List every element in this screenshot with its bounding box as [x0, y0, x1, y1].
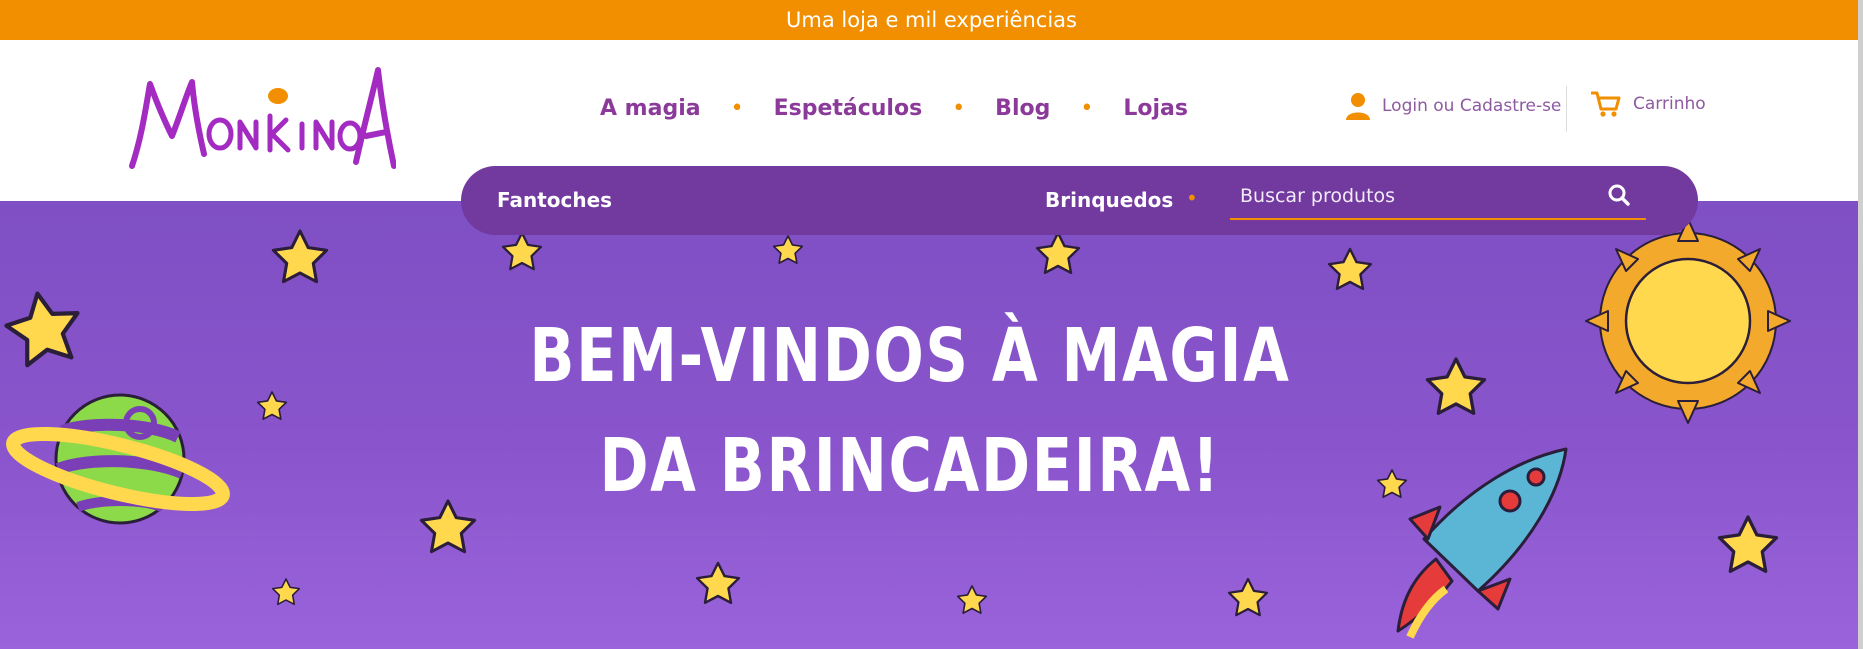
nav-link-a-magia[interactable]: A magia: [600, 96, 701, 121]
search-box: [1230, 174, 1646, 220]
search-icon[interactable]: [1608, 184, 1630, 206]
account-link[interactable]: Login ou Cadastre-se: [1346, 92, 1561, 120]
user-icon: [1346, 93, 1370, 120]
monkinoa-logo[interactable]: [128, 66, 396, 176]
star-icon: [2, 287, 85, 367]
hero-title-line-2: DA BRINCADEIRA!: [599, 423, 1221, 509]
account-label: Login ou Cadastre-se: [1382, 96, 1562, 116]
header-divider: [1566, 86, 1567, 132]
nav-separator-dot: •: [730, 96, 744, 121]
category-separator-dot: •: [1186, 186, 1198, 210]
announcement-bar: Uma loja e mil experiências: [0, 0, 1863, 40]
star-icon: [271, 229, 329, 284]
star-icon: [1227, 577, 1269, 617]
star-icon: [1035, 231, 1081, 275]
cart-label: Carrinho: [1633, 94, 1706, 114]
star-icon: [1717, 515, 1779, 573]
star-icon: [501, 231, 543, 271]
star-icon: [695, 561, 741, 605]
star-icon: [1327, 247, 1373, 291]
nav-link-lojas[interactable]: Lojas: [1123, 96, 1188, 121]
star-icon: [772, 235, 804, 264]
hero-title: BEM-VINDOS À MAGIA DA BRINCADEIRA!: [182, 301, 1638, 521]
nav-separator-dot: •: [952, 96, 966, 121]
nav-link-espetaculos[interactable]: Espetáculos: [774, 96, 923, 121]
announcement-text: Uma loja e mil experiências: [786, 8, 1077, 32]
nav-link-blog[interactable]: Blog: [995, 96, 1050, 121]
page-scrollbar[interactable]: [1858, 0, 1863, 649]
search-input[interactable]: [1230, 175, 1602, 217]
star-icon: [271, 578, 301, 606]
cart-icon: [1591, 91, 1621, 117]
main-nav: A magia • Espetáculos • Blog • Lojas: [600, 96, 1188, 121]
hero-title-line-1: BEM-VINDOS À MAGIA: [529, 313, 1291, 399]
category-bar: Fantoches Brinquedos •: [461, 166, 1698, 235]
star-icon: [956, 585, 988, 614]
cart-link[interactable]: Carrinho: [1591, 90, 1706, 118]
hero-banner: BEM-VINDOS À MAGIA DA BRINCADEIRA!: [0, 201, 1863, 649]
category-brinquedos[interactable]: Brinquedos: [1045, 188, 1173, 212]
category-fantoches[interactable]: Fantoches: [497, 188, 612, 212]
nav-separator-dot: •: [1080, 96, 1094, 121]
